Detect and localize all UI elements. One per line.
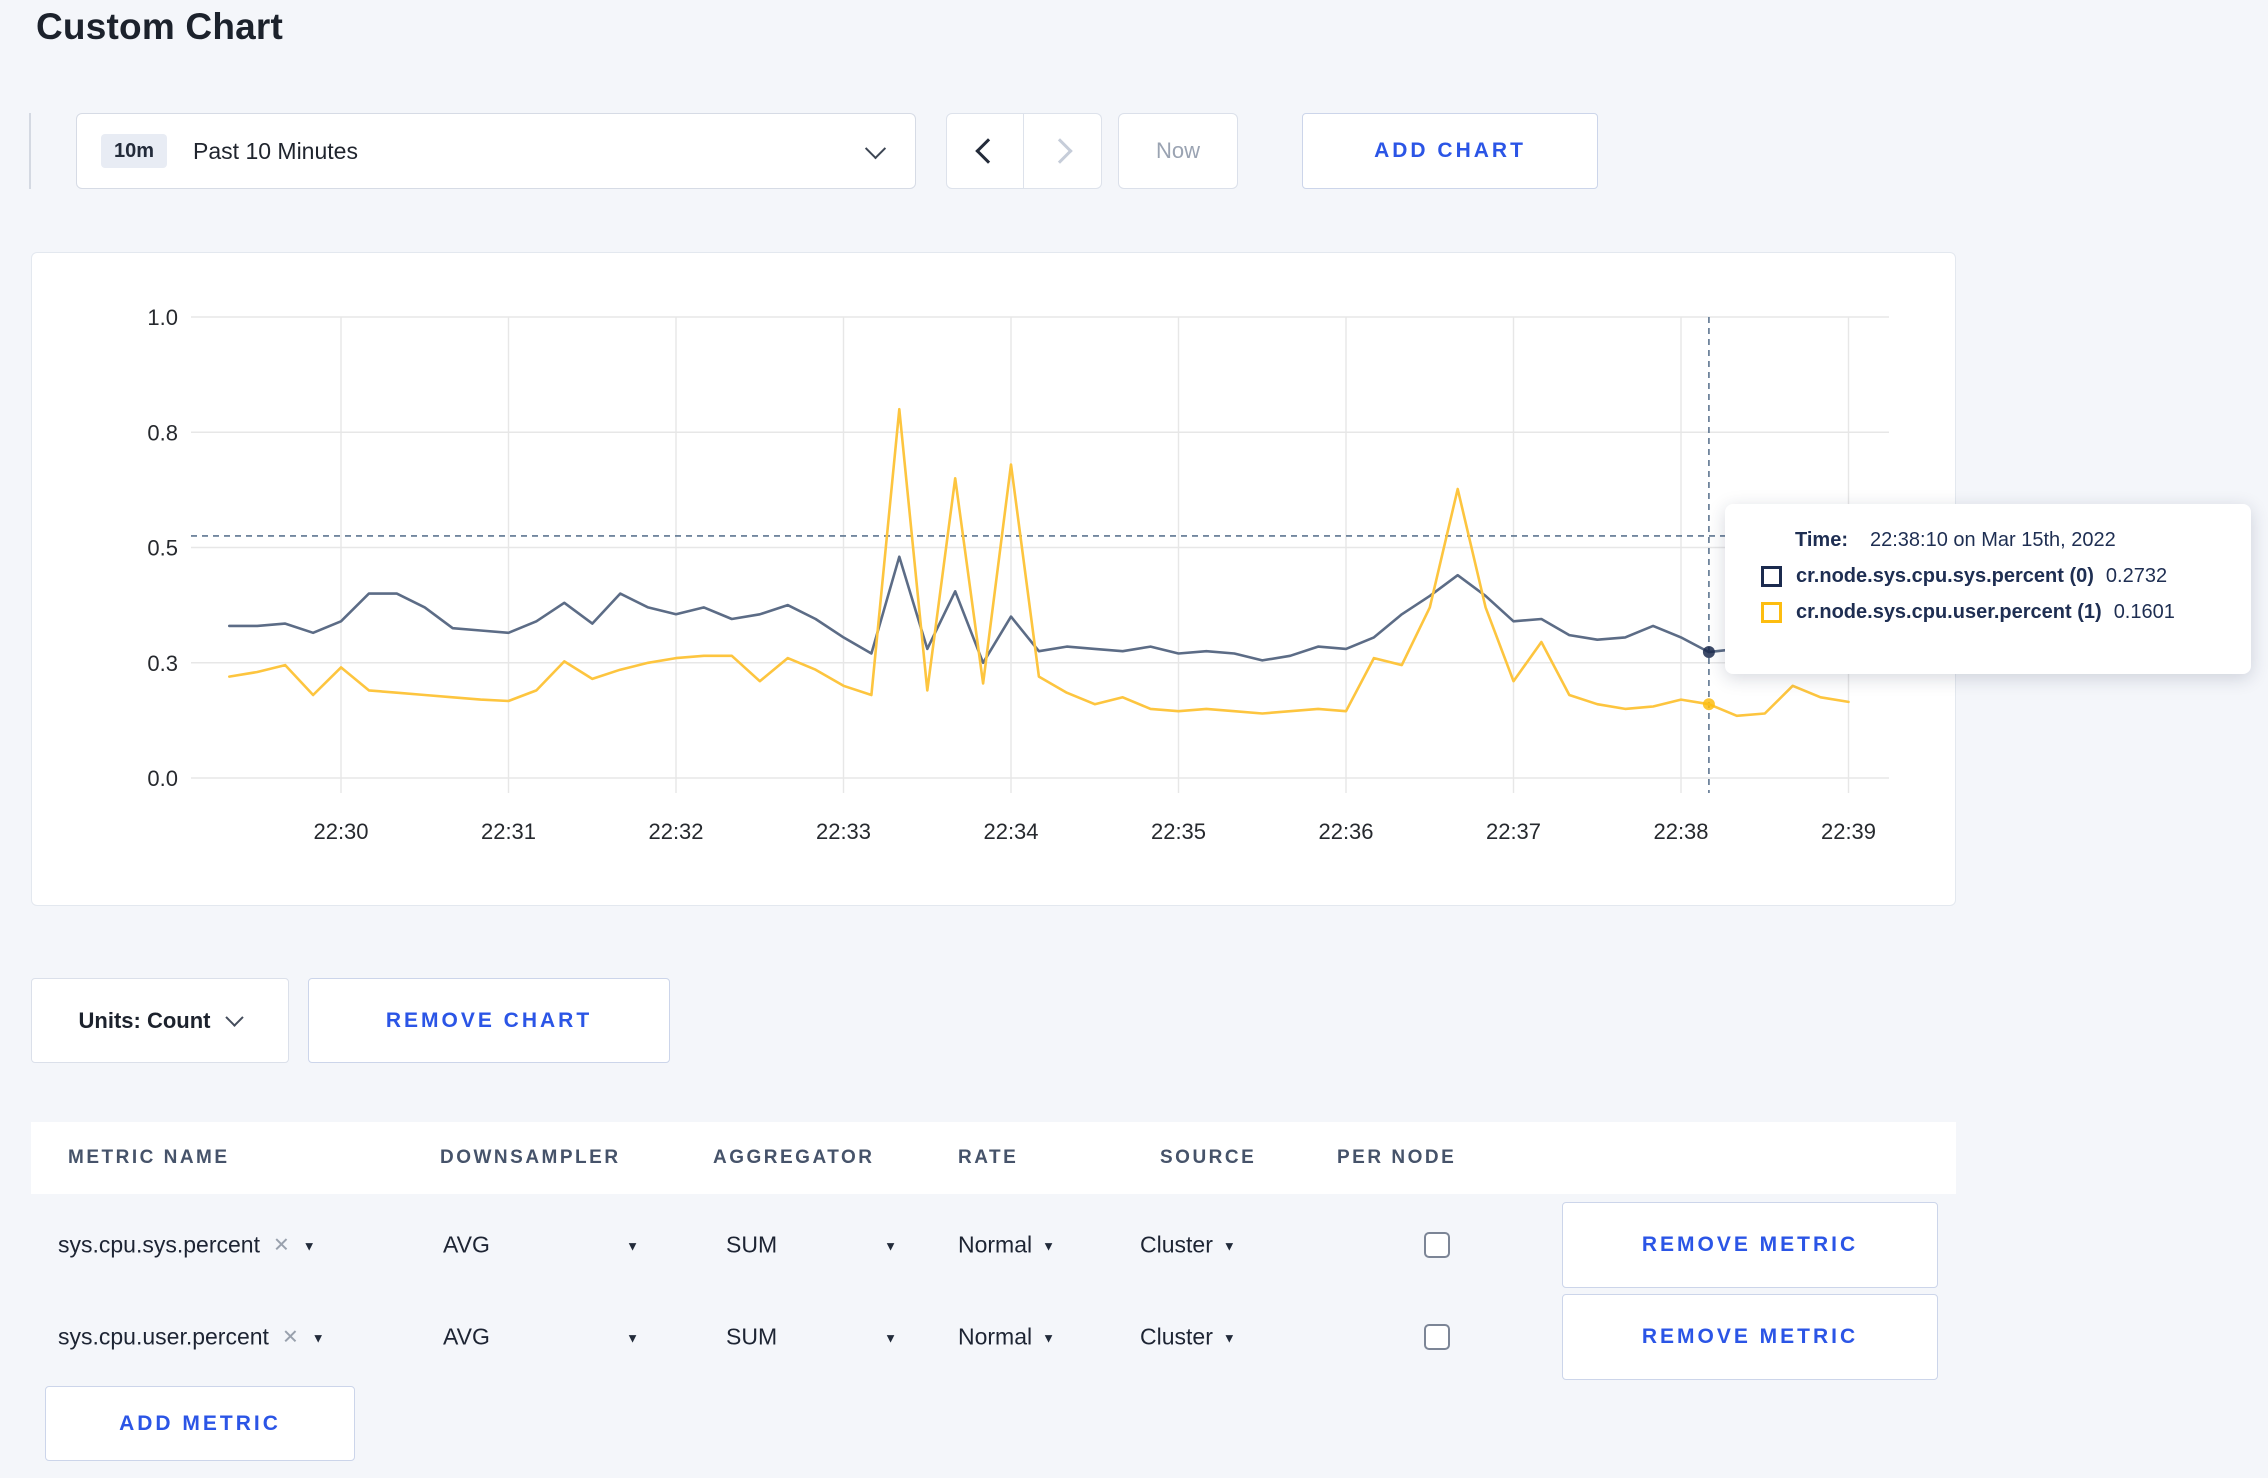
source-select[interactable]: Cluster ▼ — [1140, 1324, 1236, 1351]
clear-metric-icon[interactable]: ✕ — [282, 1327, 299, 1347]
rate-value: Normal — [958, 1323, 1033, 1350]
tooltip-time-row: Time: 22:38:10 on Mar 15th, 2022 — [1761, 529, 2251, 552]
svg-text:22:38: 22:38 — [1653, 819, 1708, 844]
downsampler-value: AVG — [443, 1231, 490, 1258]
svg-text:0.8: 0.8 — [147, 420, 178, 445]
downsampler-value: AVG — [443, 1323, 490, 1350]
source-select[interactable]: Cluster ▼ — [1140, 1232, 1236, 1259]
now-button[interactable]: Now — [1118, 113, 1238, 189]
series-0-name: cr.node.sys.cpu.sys.percent (0) — [1796, 565, 2094, 587]
remove-metric-button[interactable]: REMOVE METRIC — [1562, 1294, 1938, 1380]
source-value: Cluster — [1140, 1231, 1213, 1258]
chevron-right-icon — [1046, 138, 1073, 164]
caret-down-icon: ▼ — [626, 1238, 639, 1254]
svg-text:22:39: 22:39 — [1821, 819, 1876, 844]
downsampler-select[interactable]: AVG ▼ — [443, 1232, 639, 1259]
aggregator-value: SUM — [726, 1323, 778, 1350]
col-header-per-node: PER NODE — [1337, 1147, 1457, 1168]
metrics-table-header: METRIC NAME DOWNSAMPLER AGGREGATOR RATE … — [31, 1122, 1956, 1194]
add-metric-button[interactable]: ADD METRIC — [45, 1386, 355, 1461]
per-node-checkbox[interactable] — [1424, 1232, 1450, 1258]
svg-text:22:30: 22:30 — [313, 819, 368, 844]
svg-text:0.0: 0.0 — [147, 766, 178, 791]
metric-name-select[interactable]: sys.cpu.user.percent ✕ ▼ — [58, 1324, 325, 1351]
svg-text:22:31: 22:31 — [481, 819, 536, 844]
tooltip-time-label: Time: — [1795, 529, 1848, 551]
svg-text:1.0: 1.0 — [147, 305, 178, 330]
units-dropdown[interactable]: Units: Count — [31, 978, 289, 1063]
clear-metric-icon[interactable]: ✕ — [273, 1235, 290, 1255]
time-range-badge: 10m — [101, 134, 168, 168]
chevron-left-icon — [975, 138, 1001, 164]
series-1-value: 0.1601 — [2113, 601, 2175, 623]
caret-down-icon: ▼ — [1222, 1330, 1236, 1346]
series-1-name: cr.node.sys.cpu.user.percent (1) — [1796, 601, 2102, 623]
page-title: Custom Chart — [36, 6, 284, 47]
time-window-nav — [946, 113, 1102, 189]
series-0-value: 0.2732 — [2105, 565, 2168, 587]
caret-down-icon: ▼ — [311, 1330, 325, 1346]
caret-down-icon: ▼ — [1222, 1238, 1236, 1254]
caret-down-icon: ▼ — [1042, 1238, 1055, 1254]
metric-name-value: sys.cpu.user.percent — [58, 1323, 269, 1350]
remove-chart-button[interactable]: REMOVE CHART — [308, 978, 670, 1063]
svg-text:22:33: 22:33 — [816, 819, 871, 844]
chart-card: 0.0 0.3 0.5 0.8 1.0 22:30 22:31 22:32 22:33 22:34… — [31, 252, 1956, 906]
metric-name-value: sys.cpu.sys.percent — [58, 1231, 260, 1258]
metric-name-select[interactable]: sys.cpu.sys.percent ✕ ▼ — [58, 1232, 316, 1259]
tooltip-time-value: 22:38:10 on Mar 15th, 2022 — [1869, 529, 2116, 551]
caret-down-icon: ▼ — [302, 1238, 316, 1254]
tooltip-series-row: cr.node.sys.cpu.user.percent (1) 0.1601 — [1761, 601, 2251, 624]
next-time-button[interactable] — [1024, 113, 1102, 189]
aggregator-select[interactable]: SUM ▼ — [726, 1324, 897, 1351]
col-header-source: SOURCE — [1160, 1147, 1257, 1168]
time-range-dropdown[interactable]: 10m Past 10 Minutes — [76, 113, 916, 189]
chart-tooltip: Time: 22:38:10 on Mar 15th, 2022 cr.node… — [1725, 504, 2251, 674]
remove-metric-button[interactable]: REMOVE METRIC — [1562, 1202, 1938, 1288]
svg-text:22:32: 22:32 — [648, 819, 703, 844]
svg-text:22:34: 22:34 — [983, 819, 1038, 844]
svg-text:22:36: 22:36 — [1318, 819, 1373, 844]
toolbar-left-rule — [29, 113, 31, 189]
tooltip-series-row: cr.node.sys.cpu.sys.percent (0) 0.2732 — [1761, 565, 2251, 588]
metric-row: sys.cpu.user.percent ✕ ▼ AVG ▼ SUM ▼ Nor… — [31, 1294, 1956, 1380]
svg-text:0.5: 0.5 — [147, 536, 178, 561]
svg-text:22:35: 22:35 — [1151, 819, 1206, 844]
chevron-down-icon — [864, 137, 887, 159]
time-range-label: Past 10 Minutes — [193, 137, 358, 164]
col-header-metric-name: METRIC NAME — [68, 1147, 230, 1168]
rate-value: Normal — [958, 1231, 1033, 1258]
add-chart-button[interactable]: ADD CHART — [1302, 113, 1598, 189]
caret-down-icon: ▼ — [884, 1330, 897, 1346]
prev-time-button[interactable] — [946, 113, 1024, 189]
timeseries-chart[interactable]: 0.0 0.3 0.5 0.8 1.0 22:30 22:31 22:32 22:33 22:34… — [32, 253, 1955, 905]
col-header-aggregator: AGGREGATOR — [713, 1147, 875, 1168]
aggregator-value: SUM — [726, 1231, 778, 1258]
chevron-down-icon — [225, 1008, 245, 1027]
rate-select[interactable]: Normal ▼ — [958, 1232, 1055, 1259]
per-node-checkbox[interactable] — [1424, 1324, 1450, 1350]
col-header-downsampler: DOWNSAMPLER — [440, 1147, 621, 1168]
svg-text:22:37: 22:37 — [1486, 819, 1541, 844]
caret-down-icon: ▼ — [1042, 1330, 1055, 1346]
caret-down-icon: ▼ — [884, 1238, 897, 1254]
rate-select[interactable]: Normal ▼ — [958, 1324, 1055, 1351]
metric-row: sys.cpu.sys.percent ✕ ▼ AVG ▼ SUM ▼ Norm… — [31, 1202, 1956, 1288]
series-1-swatch-icon — [1761, 602, 1782, 623]
downsampler-select[interactable]: AVG ▼ — [443, 1324, 639, 1351]
svg-text:0.3: 0.3 — [147, 651, 178, 676]
units-label: Units: Count — [78, 1007, 211, 1033]
aggregator-select[interactable]: SUM ▼ — [726, 1232, 897, 1259]
series-0-swatch-icon — [1761, 566, 1782, 587]
caret-down-icon: ▼ — [626, 1330, 639, 1346]
col-header-rate: RATE — [958, 1147, 1019, 1168]
source-value: Cluster — [1140, 1323, 1213, 1350]
